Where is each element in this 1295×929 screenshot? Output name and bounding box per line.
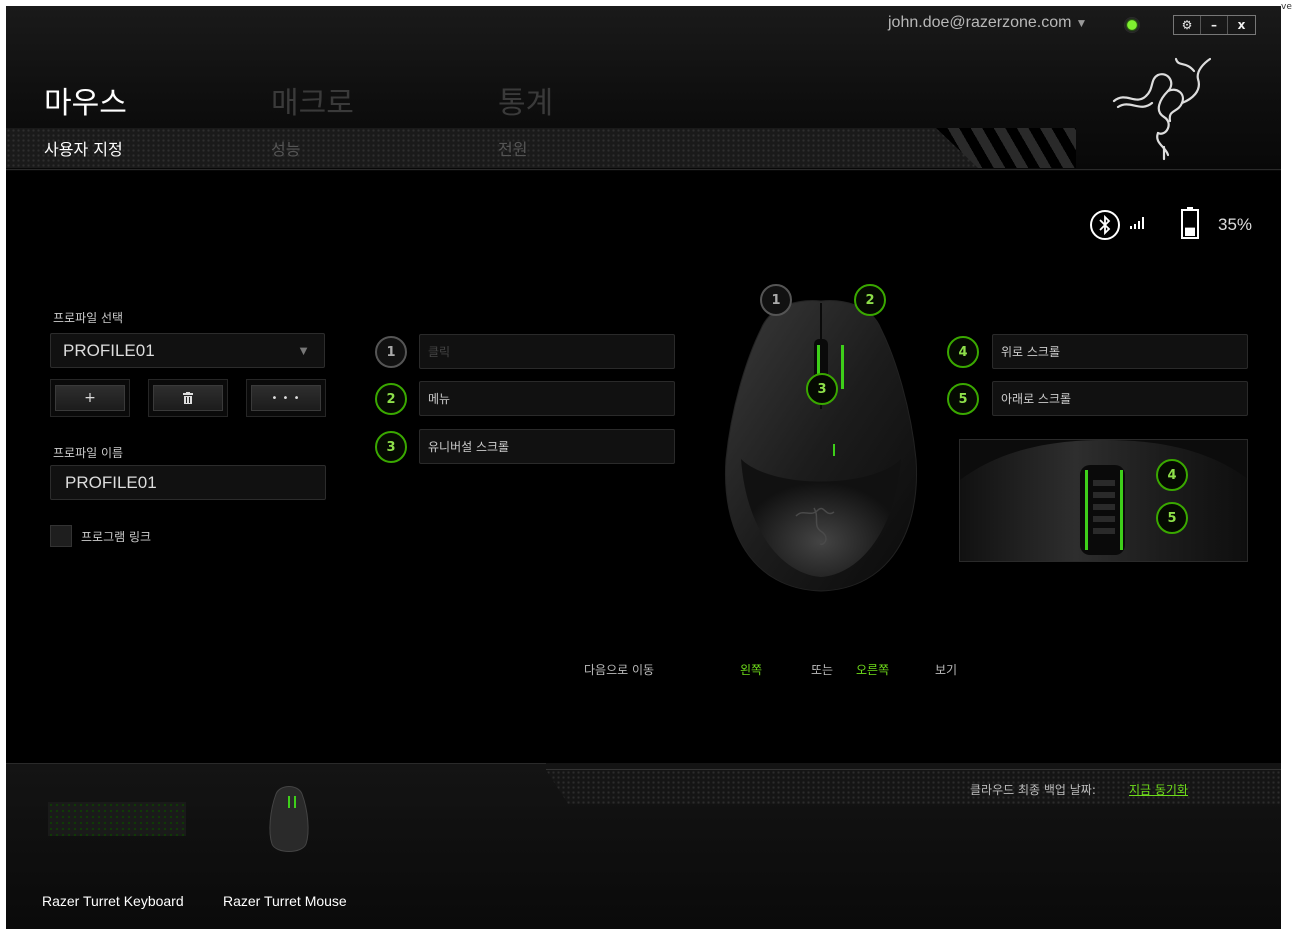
profile-select-label: 프로파일 선택: [53, 311, 124, 325]
button-2-badge: 2: [375, 383, 407, 415]
view-right-link[interactable]: 오른쪽: [856, 661, 889, 678]
mouse-side-view-image: [959, 439, 1248, 562]
razer-synapse-window: john.doe@razerzone.com ▼ ⚙ – x 마우스 매크로 통…: [6, 6, 1281, 929]
device-label-keyboard[interactable]: Razer Turret Keyboard: [42, 893, 184, 909]
sub-nav: 사용자 지정 성능 전원: [44, 136, 725, 160]
trash-icon: [153, 385, 223, 411]
chevron-down-icon: ▼: [297, 343, 310, 358]
view-nav-or: 또는: [811, 663, 834, 677]
view-left-link[interactable]: 왼쪽: [740, 661, 762, 678]
device-label-mouse[interactable]: Razer Turret Mouse: [223, 893, 347, 909]
profile-dropdown-value: PROFILE01: [63, 340, 155, 360]
button-5-assignment[interactable]: 아래로 스크롤: [992, 381, 1248, 416]
footer-strip-border: [546, 769, 1281, 770]
profile-name-label: 프로파일 이름: [53, 446, 124, 460]
account-email: john.doe@razerzone.com: [888, 14, 1072, 31]
sync-now-link[interactable]: 지금 동기화: [1129, 781, 1188, 798]
plus-icon: +: [55, 385, 125, 411]
add-profile-button[interactable]: +: [50, 379, 130, 417]
button-3-assignment[interactable]: 유니버설 스크롤: [419, 429, 675, 464]
battery-percentage: 35%: [1218, 215, 1253, 234]
chevron-down-icon: ▼: [1075, 16, 1088, 30]
tab-macro[interactable]: 매크로: [271, 78, 498, 122]
mouse-callout-3[interactable]: 3: [806, 373, 838, 405]
view-nav-prefix: 다음으로 이동: [584, 663, 655, 677]
minimize-button[interactable]: –: [1201, 16, 1228, 34]
button-1-badge: 1: [375, 336, 407, 368]
tab-stats[interactable]: 통계: [498, 78, 725, 122]
bluetooth-icon: [1090, 210, 1120, 240]
keyboard-device-thumbnail[interactable]: [48, 802, 186, 836]
header-divider: [6, 169, 1281, 170]
button-3-badge: 3: [375, 431, 407, 463]
side-callout-5[interactable]: 5: [1156, 502, 1188, 534]
mouse-top-view-image: [724, 300, 918, 592]
button-2-assignment[interactable]: 메뉴: [419, 381, 675, 416]
cloud-backup-label: 클라우드 최종 백업 날짜:: [970, 783, 1096, 797]
subtab-power[interactable]: 전원: [498, 136, 725, 160]
online-status-icon: [1124, 17, 1140, 33]
account-menu[interactable]: john.doe@razerzone.com ▼: [888, 14, 1087, 32]
signal-strength-icon: [1130, 217, 1144, 229]
tab-mouse[interactable]: 마우스: [44, 78, 271, 122]
battery-icon: [1181, 207, 1199, 239]
settings-gear-button[interactable]: ⚙: [1174, 16, 1201, 34]
view-nav-suffix: 보기: [935, 663, 958, 677]
main-nav: 마우스 매크로 통계: [44, 78, 725, 122]
delete-profile-button[interactable]: [148, 379, 228, 417]
button-5-badge: 5: [947, 383, 979, 415]
button-1-assignment[interactable]: 클릭: [419, 334, 675, 369]
window-controls: ⚙ – x: [1173, 15, 1256, 35]
button-4-assignment[interactable]: 위로 스크롤: [992, 334, 1248, 369]
program-link-label: 프로그램 링크: [81, 530, 152, 544]
subtab-performance[interactable]: 성능: [271, 136, 498, 160]
profile-options-button[interactable]: • • •: [246, 379, 326, 417]
razer-logo-icon: [1112, 57, 1211, 161]
mouse-device-thumbnail[interactable]: [268, 782, 310, 856]
profile-name-input[interactable]: PROFILE01: [50, 465, 326, 500]
mouse-callout-1[interactable]: 1: [760, 284, 792, 316]
button-4-badge: 4: [947, 336, 979, 368]
more-options-icon: • • •: [251, 385, 321, 411]
footer-divider: [6, 763, 546, 764]
side-callout-4[interactable]: 4: [1156, 459, 1188, 491]
close-button[interactable]: x: [1228, 16, 1255, 34]
mouse-callout-2[interactable]: 2: [854, 284, 886, 316]
subtab-customize[interactable]: 사용자 지정: [44, 136, 271, 160]
corner-text-fragment: ve: [1281, 2, 1292, 12]
profile-dropdown[interactable]: PROFILE01 ▼: [50, 333, 325, 368]
program-link-checkbox[interactable]: [50, 525, 72, 547]
